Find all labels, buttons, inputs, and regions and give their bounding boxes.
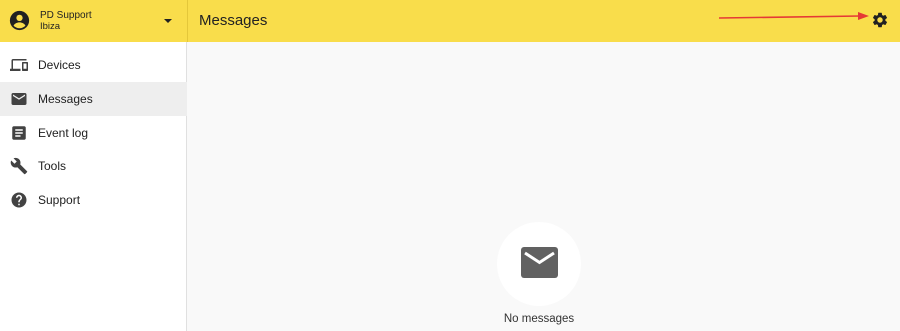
empty-state-text: No messages bbox=[503, 313, 575, 325]
wrench-icon bbox=[10, 157, 28, 175]
event-log-icon bbox=[12, 126, 26, 140]
page-title: Messages bbox=[199, 12, 268, 29]
account-circle-icon bbox=[9, 10, 30, 31]
sidebar-item-label: Support bbox=[38, 193, 81, 207]
sidebar-item-label: Devices bbox=[38, 58, 81, 72]
account-name: PD Support bbox=[40, 10, 92, 21]
account-location: Ibiza bbox=[40, 21, 61, 32]
mail-icon bbox=[11, 93, 27, 105]
account-switcher[interactable]: PD Support Ibiza bbox=[0, 0, 187, 42]
annotation-arrow-icon bbox=[718, 12, 869, 20]
caret-down-icon bbox=[164, 19, 172, 23]
sidebar-item-event-log[interactable]: Event log bbox=[0, 116, 187, 150]
sidebar-item-label: Tools bbox=[38, 159, 67, 173]
sidebar-item-tools[interactable]: Tools bbox=[0, 149, 187, 183]
sidebar-item-messages[interactable]: Messages bbox=[0, 82, 187, 116]
topbar-divider bbox=[187, 0, 188, 42]
sidebar: Devices Messages Event log Tools Support bbox=[0, 42, 187, 331]
sidebar-item-label: Messages bbox=[38, 92, 93, 106]
sidebar-item-label: Event log bbox=[38, 126, 89, 140]
top-app-bar: PD Support Ibiza Messages bbox=[0, 0, 900, 42]
help-icon bbox=[11, 192, 27, 208]
sidebar-item-devices[interactable]: Devices bbox=[0, 48, 187, 82]
gear-icon[interactable] bbox=[871, 11, 889, 29]
account-text: PD Support Ibiza bbox=[40, 11, 92, 32]
sidebar-item-support[interactable]: Support bbox=[0, 183, 187, 217]
devices-icon bbox=[10, 59, 28, 71]
mail-icon bbox=[521, 247, 558, 278]
